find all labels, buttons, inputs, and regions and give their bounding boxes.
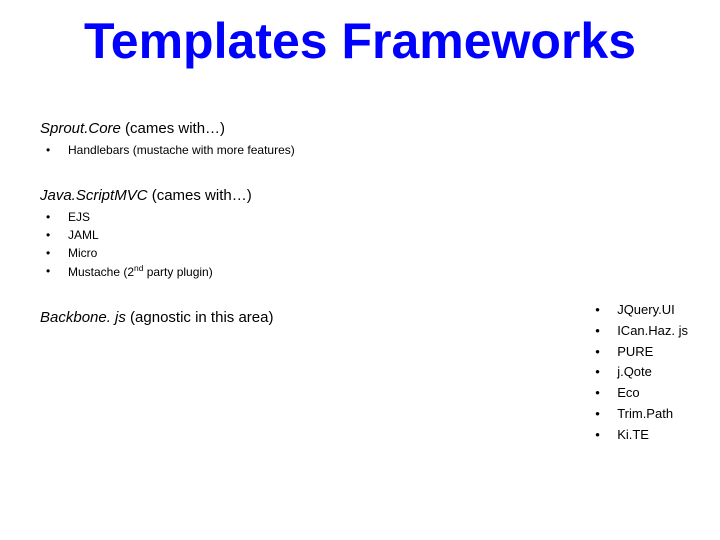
list-item: EJS: [40, 208, 690, 226]
section-item-list: EJS JAML Micro Mustache (2nd party plugi…: [40, 208, 690, 281]
list-item: Trim.Path: [589, 404, 688, 425]
heading-suffix: (cames with…): [148, 187, 252, 204]
list-item: JAML: [40, 226, 690, 244]
section-item-list: Handlebars (mustache with more features): [40, 141, 690, 159]
framework-name: Java.ScriptMVC: [40, 187, 148, 204]
framework-name: Sprout.Core: [40, 120, 121, 137]
list-item: Ki.TE: [589, 425, 688, 446]
slide-content: Sprout.Core (cames with…) Handlebars (mu…: [0, 70, 720, 326]
list-item: Eco: [589, 383, 688, 404]
right-template-list: JQuery.UI ICan.Haz. js PURE j.Qote Eco T…: [589, 300, 688, 446]
template-item-list: JQuery.UI ICan.Haz. js PURE j.Qote Eco T…: [589, 300, 688, 446]
list-item: Mustache (2nd party plugin): [40, 262, 690, 281]
heading-suffix: (agnostic in this area): [126, 309, 274, 326]
list-item: JQuery.UI: [589, 300, 688, 321]
framework-name: Backbone. js: [40, 309, 126, 326]
list-item: PURE: [589, 342, 688, 363]
section-heading: Sprout.Core (cames with…): [40, 120, 690, 137]
list-item: Micro: [40, 244, 690, 262]
list-item: j.Qote: [589, 362, 688, 383]
section-javascriptmvc: Java.ScriptMVC (cames with…) EJS JAML Mi…: [40, 187, 690, 281]
slide-title: Templates Frameworks: [0, 0, 720, 70]
section-sproutcore: Sprout.Core (cames with…) Handlebars (mu…: [40, 120, 690, 159]
list-item: ICan.Haz. js: [589, 321, 688, 342]
section-heading: Java.ScriptMVC (cames with…): [40, 187, 690, 204]
heading-suffix: (cames with…): [121, 120, 225, 137]
list-item: Handlebars (mustache with more features): [40, 141, 690, 159]
